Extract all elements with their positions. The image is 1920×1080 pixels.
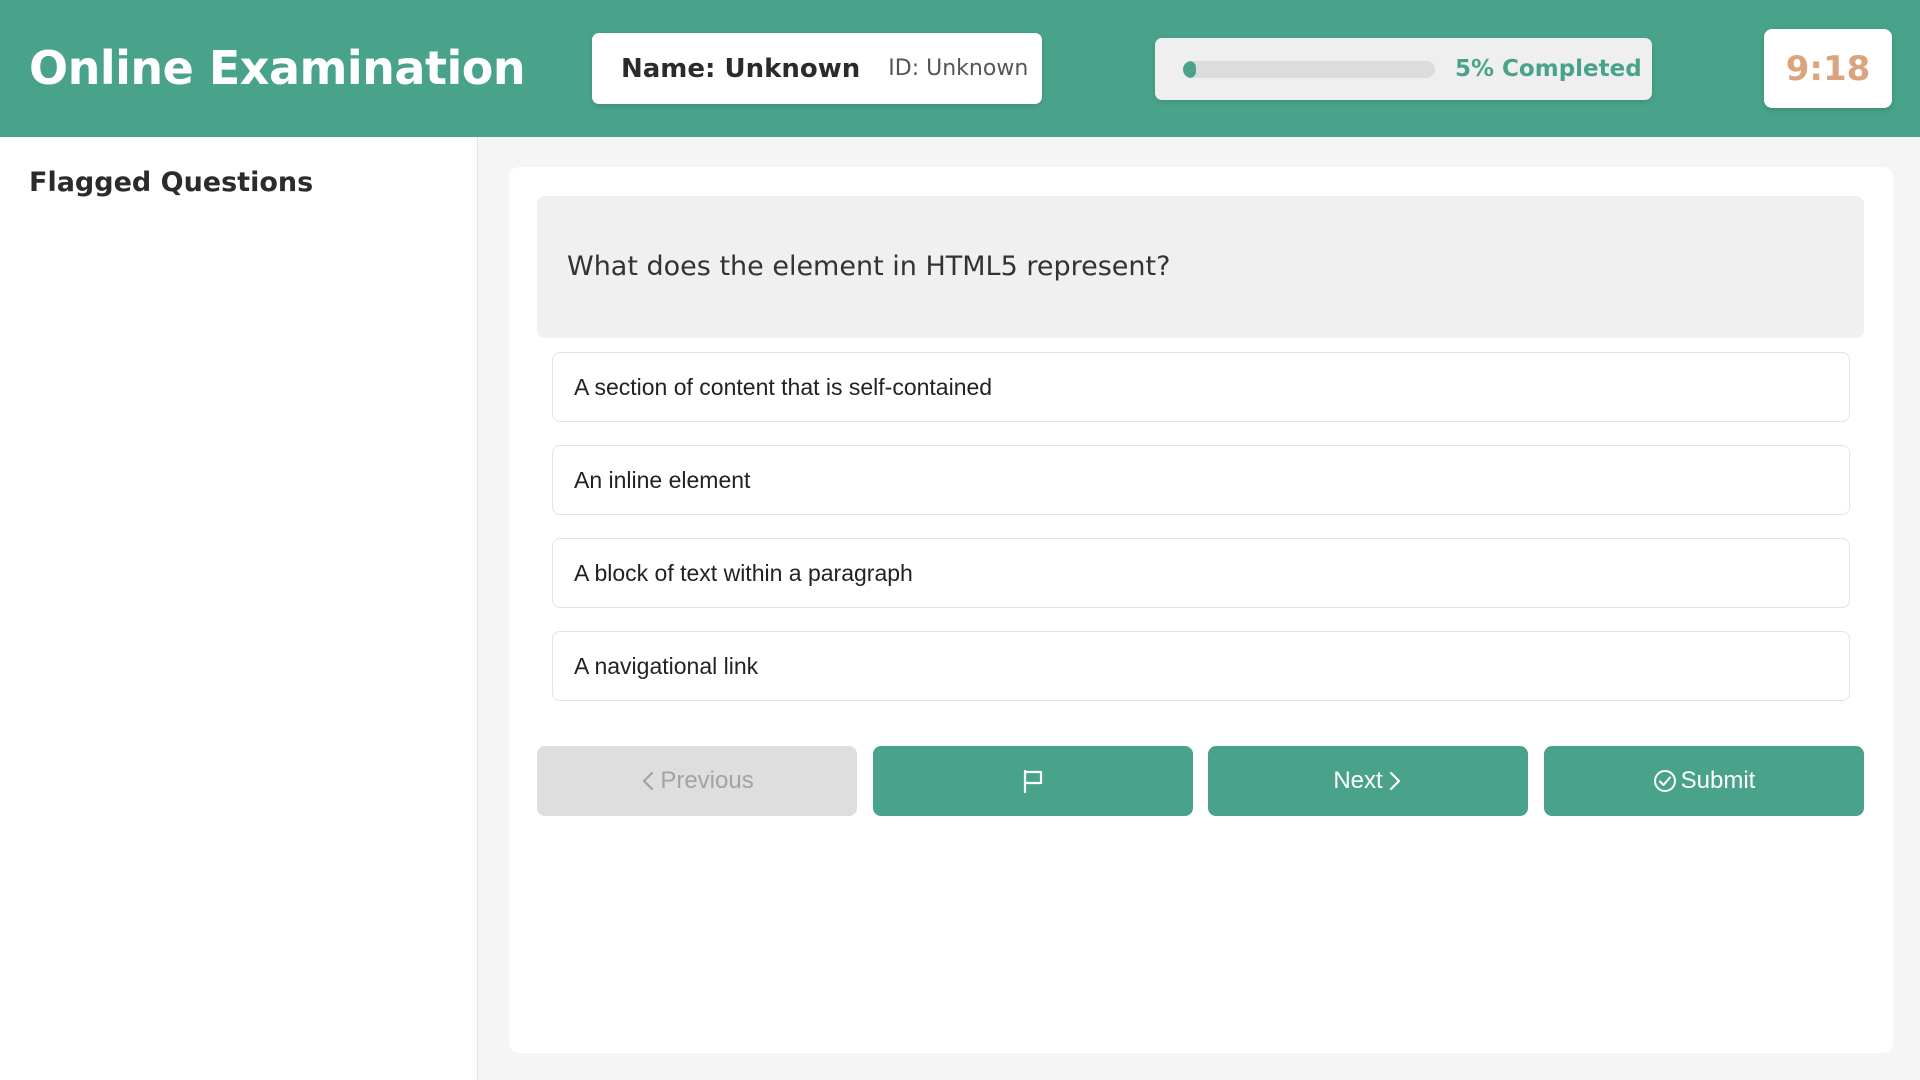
answer-option-2[interactable]: An inline element bbox=[552, 445, 1850, 515]
student-name: Name: Unknown bbox=[621, 53, 861, 84]
flag-question-button[interactable] bbox=[873, 746, 1193, 816]
chevron-right-icon bbox=[1387, 770, 1403, 792]
app-title: Online Examination bbox=[29, 41, 526, 95]
progress-bar-fill bbox=[1183, 61, 1196, 78]
question-card: What does the element in HTML5 represent… bbox=[509, 167, 1893, 1053]
next-button[interactable]: Next bbox=[1208, 746, 1528, 816]
chevron-left-icon bbox=[640, 770, 656, 792]
header-bar: Online Examination Name: Unknown ID: Unk… bbox=[0, 0, 1920, 137]
flagged-questions-sidebar: Flagged Questions bbox=[0, 137, 478, 1080]
flag-icon bbox=[1021, 768, 1045, 794]
answer-option-4[interactable]: A navigational link bbox=[552, 631, 1850, 701]
sidebar-title: Flagged Questions bbox=[29, 167, 314, 198]
previous-button-label: Previous bbox=[660, 767, 754, 794]
answer-option-3[interactable]: A block of text within a paragraph bbox=[552, 538, 1850, 608]
submit-button-label: Submit bbox=[1680, 767, 1756, 794]
question-text: What does the element in HTML5 represent… bbox=[567, 251, 1171, 282]
previous-button[interactable]: Previous bbox=[537, 746, 857, 816]
student-info-card: Name: Unknown ID: Unknown bbox=[592, 33, 1042, 104]
answer-option-label: A section of content that is self-contai… bbox=[574, 373, 993, 400]
student-id: ID: Unknown bbox=[888, 56, 1029, 81]
progress-card: 5% Completed bbox=[1155, 38, 1652, 100]
check-circle-icon bbox=[1653, 769, 1677, 793]
countdown-timer: 9:18 bbox=[1764, 29, 1892, 108]
answer-option-1[interactable]: A section of content that is self-contai… bbox=[552, 352, 1850, 422]
answer-option-label: A block of text within a paragraph bbox=[574, 559, 913, 586]
progress-bar bbox=[1183, 61, 1435, 78]
answer-option-label: A navigational link bbox=[574, 652, 759, 679]
next-button-label: Next bbox=[1333, 767, 1383, 794]
question-box: What does the element in HTML5 represent… bbox=[537, 196, 1864, 338]
progress-label: 5% Completed bbox=[1455, 56, 1642, 82]
answer-option-label: An inline element bbox=[574, 466, 751, 493]
submit-button[interactable]: Submit bbox=[1544, 746, 1864, 816]
